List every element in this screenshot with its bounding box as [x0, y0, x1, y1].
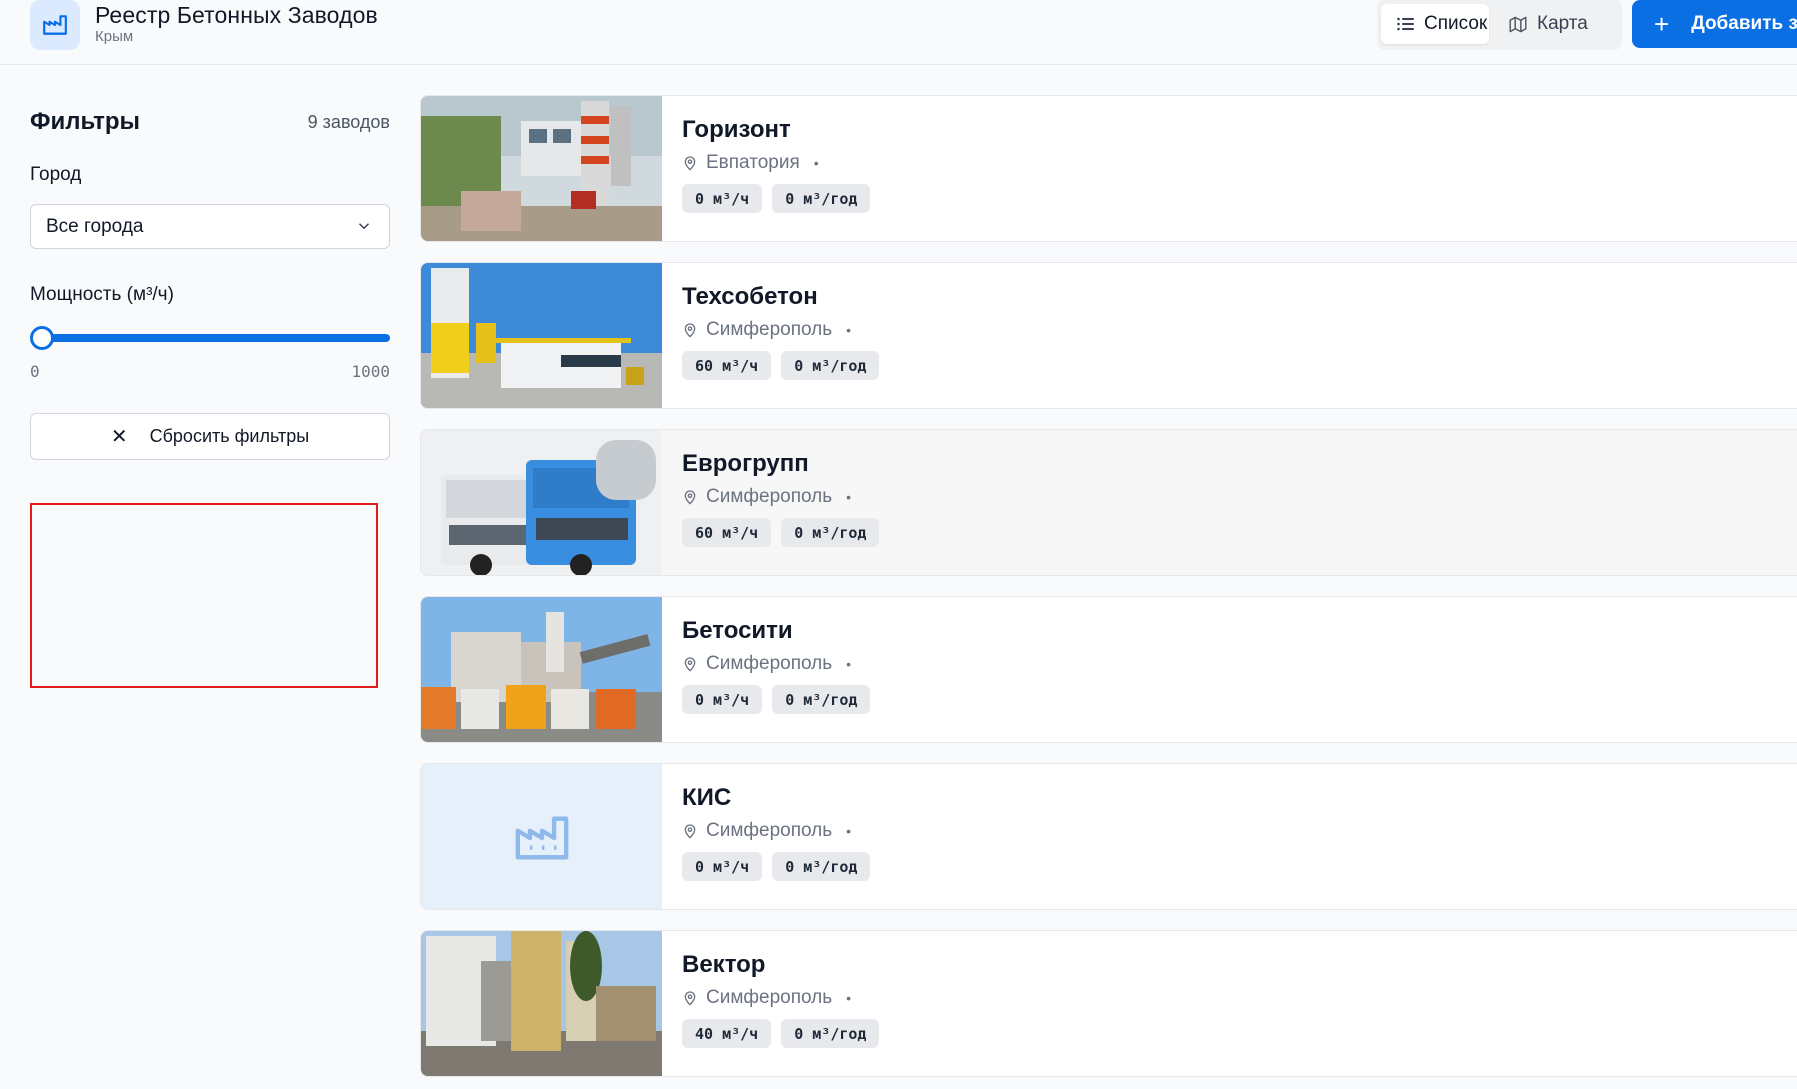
filters-title: Фильтры — [30, 108, 141, 135]
power-max-value: 1000 — [351, 362, 390, 381]
separator-dot: • — [846, 489, 852, 505]
plant-card[interactable]: Бетосити Симферополь • 0 м³/ч 0 м³/год — [420, 596, 1797, 743]
plant-location: Евпатория • — [682, 152, 819, 174]
city-select[interactable]: Все города — [30, 204, 390, 249]
plant-card[interactable]: Еврогрупп Симферополь • 60 м³/ч 0 м³/год — [420, 429, 1797, 576]
map-pin-icon — [684, 991, 696, 1006]
app-header: Реестр Бетонных Заводов Крым Список Карт… — [0, 0, 1797, 65]
app-subtitle: Крым — [95, 28, 134, 45]
plant-city: Симферополь — [706, 486, 833, 507]
city-select-value: Все города — [46, 215, 144, 237]
map-pin-icon — [684, 490, 696, 505]
capacity-badges: 0 м³/ч 0 м³/год — [682, 852, 871, 881]
plant-photo-placeholder — [421, 764, 662, 909]
power-label: Мощность (м³/ч) — [30, 284, 174, 305]
plant-card[interactable]: Горизонт Евпатория • 0 м³/ч 0 м³/год — [420, 95, 1797, 242]
plant-photo — [421, 263, 662, 408]
plant-name: Техсобетон — [682, 283, 818, 310]
plant-name: КИС — [682, 784, 732, 811]
hourly-capacity-badge: 0 м³/ч — [682, 685, 763, 714]
list-view-label: Список — [1424, 13, 1488, 34]
plant-name: Вектор — [682, 951, 766, 978]
add-plant-button[interactable]: + Добавить за — [1632, 0, 1797, 48]
map-view-label: Карта — [1537, 13, 1588, 34]
yearly-capacity-badge: 0 м³/год — [781, 351, 880, 380]
plant-photo — [421, 597, 662, 742]
power-slider-track[interactable] — [34, 334, 390, 342]
results-count: 9 заводов — [307, 112, 390, 132]
power-slider-thumb[interactable] — [30, 326, 54, 350]
separator-dot: • — [846, 823, 852, 839]
close-icon: ✕ — [110, 426, 128, 448]
plant-city: Симферополь — [706, 820, 833, 841]
plant-city: Евпатория — [706, 152, 800, 173]
yearly-capacity-badge: 0 м³/год — [772, 685, 871, 714]
power-min-value: 0 — [30, 362, 40, 381]
plant-card[interactable]: КИС Симферополь • 0 м³/ч 0 м³/год — [420, 763, 1797, 910]
capacity-badges: 60 м³/ч 0 м³/год — [682, 351, 880, 380]
map-pin-icon — [684, 824, 696, 839]
plant-city: Симферополь — [706, 319, 833, 340]
plant-card[interactable]: Техсобетон Симферополь • 60 м³/ч 0 м³/го… — [420, 262, 1797, 409]
separator-dot: • — [846, 322, 852, 338]
capacity-badges: 60 м³/ч 0 м³/год — [682, 518, 880, 547]
plant-location: Симферополь • — [682, 653, 851, 675]
map-pin-icon — [684, 657, 696, 672]
hourly-capacity-badge: 0 м³/ч — [682, 184, 763, 213]
chevron-down-icon — [358, 223, 370, 230]
map-pin-icon — [684, 156, 696, 171]
plant-location: Симферополь • — [682, 820, 851, 842]
plant-location: Симферополь • — [682, 486, 851, 508]
map-icon — [1509, 16, 1527, 32]
plant-location: Симферополь • — [682, 319, 851, 341]
map-view-button[interactable]: Карта — [1497, 4, 1615, 44]
plant-photo — [421, 96, 662, 241]
reset-filters-label: Сбросить фильтры — [149, 426, 310, 446]
hourly-capacity-badge: 60 м³/ч — [682, 351, 772, 380]
capacity-badges: 40 м³/ч 0 м³/год — [682, 1019, 880, 1048]
highlight-box — [30, 503, 378, 688]
reset-filters-button[interactable]: ✕ Сбросить фильтры — [30, 413, 390, 460]
map-pin-icon — [684, 323, 696, 338]
view-toggle: Список Карта — [1377, 0, 1622, 50]
hourly-capacity-badge: 40 м³/ч — [682, 1019, 772, 1048]
hourly-capacity-badge: 60 м³/ч — [682, 518, 772, 547]
plant-card[interactable]: Вектор Симферополь • 40 м³/ч 0 м³/год — [420, 930, 1797, 1077]
yearly-capacity-badge: 0 м³/год — [781, 518, 880, 547]
hourly-capacity-badge: 0 м³/ч — [682, 852, 763, 881]
plant-name: Бетосити — [682, 617, 793, 644]
yearly-capacity-badge: 0 м³/год — [781, 1019, 880, 1048]
plant-name: Еврогрупп — [682, 450, 809, 477]
factory-icon — [30, 0, 80, 50]
separator-dot: • — [813, 155, 819, 171]
plant-photo — [421, 430, 662, 575]
plus-icon: + — [1654, 8, 1670, 39]
yearly-capacity-badge: 0 м³/год — [772, 184, 871, 213]
yearly-capacity-badge: 0 м³/год — [772, 852, 871, 881]
add-plant-label: Добавить за — [1691, 13, 1797, 34]
separator-dot: • — [846, 656, 852, 672]
city-label: Город — [30, 164, 82, 185]
plant-city: Симферополь — [706, 987, 833, 1008]
plant-city: Симферополь — [706, 653, 833, 674]
plant-photo — [421, 931, 662, 1076]
plant-location: Симферополь • — [682, 987, 851, 1009]
capacity-badges: 0 м³/ч 0 м³/год — [682, 184, 871, 213]
list-view-button[interactable]: Список — [1381, 4, 1489, 44]
app-title: Реестр Бетонных Заводов — [95, 2, 378, 28]
separator-dot: • — [846, 990, 852, 1006]
list-icon — [1397, 17, 1414, 31]
plant-name: Горизонт — [682, 116, 791, 143]
capacity-badges: 0 м³/ч 0 м³/год — [682, 685, 871, 714]
factory-icon — [515, 815, 568, 860]
